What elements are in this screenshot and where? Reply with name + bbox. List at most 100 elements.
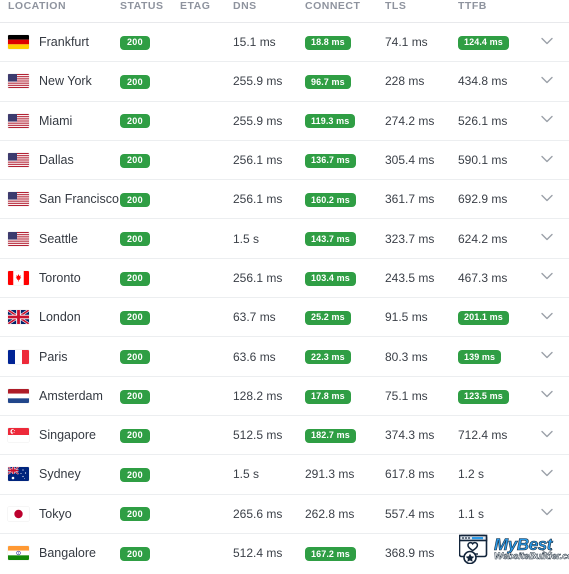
column-header-toggle — [538, 0, 569, 23]
cell-etag — [180, 101, 233, 141]
chevron-down-icon[interactable] — [538, 71, 556, 89]
cell-ttfb: 590.1 ms — [458, 140, 538, 181]
ttfb-value: 526.1 ms — [458, 113, 508, 128]
flag-us-icon — [8, 192, 29, 207]
cell-toggle[interactable] — [538, 22, 569, 63]
chevron-down-icon[interactable] — [538, 425, 556, 443]
cell-etag — [180, 179, 233, 220]
table-row[interactable]: Dallas 200 256.1 ms 136.7 ms 305.4 ms 590.1 m… — [0, 140, 569, 181]
cell-location: Singapore — [0, 415, 120, 456]
connect-value: 18.8 ms — [305, 35, 351, 50]
chevron-down-icon[interactable] — [538, 464, 556, 482]
location-label: Frankfurt — [39, 35, 90, 50]
cell-toggle[interactable] — [538, 61, 569, 102]
cell-toggle[interactable] — [538, 454, 569, 495]
table-row[interactable]: Seattle 200 1.5 s 143.7 ms 323.7 ms 624.2 ms — [0, 218, 569, 259]
column-header-status: STATUS — [120, 0, 180, 23]
cell-toggle[interactable] — [538, 179, 569, 220]
chevron-down-icon[interactable] — [538, 346, 556, 364]
ttfb-value: 712.4 ms — [458, 428, 508, 443]
cell-connect: 119.3 ms — [305, 101, 385, 141]
table-row[interactable]: Amsterdam 200 128.2 ms 17.8 ms 75.1 ms 123.5 … — [0, 376, 569, 416]
status-badge: 200 — [120, 350, 150, 365]
cell-location: Frankfurt — [0, 22, 120, 63]
column-header-tls: TLS — [385, 0, 458, 23]
cell-toggle[interactable] — [538, 376, 569, 416]
cell-dns: 256.1 ms — [233, 140, 305, 181]
cell-location: Amsterdam — [0, 376, 120, 416]
cell-etag — [180, 336, 233, 377]
cell-location: Tokyo — [0, 494, 120, 534]
connect-value: 136.7 ms — [305, 153, 356, 168]
cell-dns: 255.9 ms — [233, 101, 305, 141]
location-label: Paris — [39, 349, 68, 364]
cell-ttfb: 1.2 s — [458, 454, 538, 495]
chevron-down-icon[interactable] — [538, 228, 556, 246]
cell-toggle[interactable] — [538, 218, 569, 259]
connect-value: 17.8 ms — [305, 389, 351, 404]
status-badge: 200 — [120, 271, 150, 286]
cell-toggle[interactable] — [538, 336, 569, 377]
cell-status: 200 — [120, 258, 180, 299]
chevron-down-icon[interactable] — [538, 189, 556, 207]
cell-connect: 17.8 ms — [305, 376, 385, 416]
ttfb-value: 201.1 ms — [458, 310, 509, 325]
cell-connect: 96.7 ms — [305, 61, 385, 102]
location-label: San Francisco — [39, 192, 119, 207]
tls-value: 557.4 ms — [385, 506, 435, 521]
table-header-row: LOCATION STATUS ETAG DNS CONNECT TLS TTF… — [0, 0, 569, 23]
location-label: Tokyo — [39, 506, 72, 521]
location-label: Dallas — [39, 153, 74, 168]
table-row[interactable]: Miami 200 255.9 ms 119.3 ms 274.2 ms 526.1 ms — [0, 101, 569, 141]
table-row[interactable]: London 200 63.7 ms 25.2 ms 91.5 ms 201.1 ms — [0, 297, 569, 338]
column-header-ttfb: TTFB — [458, 0, 538, 23]
location-label: Toronto — [39, 270, 81, 285]
table-row[interactable]: Tokyo 200 265.6 ms 262.8 ms 557.4 ms 1.1 s — [0, 494, 569, 534]
connect-value: 167.2 ms — [305, 547, 356, 561]
cell-toggle[interactable] — [538, 494, 569, 534]
cell-ttfb: 712.4 ms — [458, 415, 538, 456]
cell-ttfb: 124.4 ms — [458, 22, 538, 63]
cell-ttfb: 692.9 ms — [458, 179, 538, 220]
chevron-down-icon[interactable] — [538, 307, 556, 325]
chevron-down-icon[interactable] — [538, 32, 556, 50]
table-row[interactable]: Frankfurt 200 15.1 ms 18.8 ms 74.1 ms 124.4 m… — [0, 22, 569, 63]
ttfb-value: 467.3 ms — [458, 270, 508, 285]
flag-de-icon — [8, 35, 29, 50]
cell-status: 200 — [120, 61, 180, 102]
cell-etag — [180, 297, 233, 338]
connect-value: 119.3 ms — [305, 114, 356, 129]
cell-connect: 136.7 ms — [305, 140, 385, 181]
table-row[interactable]: Singapore 200 512.5 ms 182.7 ms 374.3 ms 712.… — [0, 415, 569, 456]
tls-value: 361.7 ms — [385, 192, 435, 207]
dns-value: 265.6 ms — [233, 506, 283, 521]
table-row[interactable]: San Francisco 200 256.1 ms 160.2 ms 361.7 ms… — [0, 179, 569, 220]
dns-value: 256.1 ms — [233, 270, 283, 285]
cell-toggle[interactable] — [538, 415, 569, 456]
chevron-down-icon[interactable] — [538, 503, 556, 521]
chevron-down-icon[interactable] — [538, 150, 556, 168]
connect-value: 182.7 ms — [305, 428, 356, 443]
chevron-down-icon[interactable] — [538, 110, 556, 128]
cell-tls: 323.7 ms — [385, 218, 458, 259]
cell-toggle[interactable] — [538, 258, 569, 299]
table-row[interactable]: Sydney 200 1.5 s 291.3 ms 617.8 ms 1.2 s — [0, 454, 569, 495]
table-row[interactable]: Toronto 200 256.1 ms 103.4 ms 243.5 ms 467.3 … — [0, 258, 569, 299]
cell-tls: 74.1 ms — [385, 22, 458, 63]
cell-status: 200 — [120, 336, 180, 377]
cell-ttfb: 139 ms — [458, 336, 538, 377]
chevron-down-icon[interactable] — [538, 385, 556, 403]
cell-location: Seattle — [0, 218, 120, 259]
chevron-down-icon[interactable] — [538, 267, 556, 285]
location-label: New York — [39, 74, 92, 89]
table-row[interactable]: Paris 200 63.6 ms 22.3 ms 80.3 ms 139 ms — [0, 336, 569, 377]
dns-value: 255.9 ms — [233, 113, 283, 128]
flag-gb-icon — [8, 310, 29, 325]
connect-value: 143.7 ms — [305, 232, 356, 247]
table-row[interactable]: New York 200 255.9 ms 96.7 ms 228 ms 434.8 ms — [0, 61, 569, 102]
cell-toggle[interactable] — [538, 101, 569, 141]
cell-toggle[interactable] — [538, 297, 569, 338]
cell-toggle[interactable] — [538, 140, 569, 181]
cell-tls: 243.5 ms — [385, 258, 458, 299]
browser-window-star-icon — [458, 534, 491, 565]
